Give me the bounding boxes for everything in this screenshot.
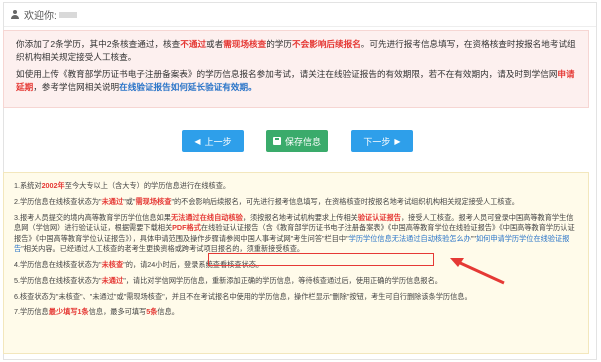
education-notice: 你添加了2条学历，其中2条核查通过，核查不通过或者需现场核查的学历不会影响后续报… <box>3 30 589 108</box>
greeting-text: 欢迎你: <box>24 11 57 22</box>
note-text: 至今大专以上（含大专）的学历信息进行在线核查。 <box>64 181 231 190</box>
note-2: 2.学历信息在线核查状态为"未通过"或"需现场核查"的不会影响后续报名，可先进行… <box>14 197 578 208</box>
note-emphasis: 5条 <box>146 307 158 317</box>
note-emphasis: 未核查 <box>101 259 124 269</box>
note-text: "，请比对学信网学历信息，重新添加正确的学历信息，等待核查通过后，使用正确的学历… <box>123 275 442 285</box>
arrow-left-icon: ◀ <box>194 136 201 146</box>
note-text: "相关内容。 <box>21 244 60 254</box>
button-row: ◀ 上一步 保存信息 下一步 ▶ <box>0 130 601 152</box>
notice-emphasis: 不通过 <box>180 39 207 49</box>
note-text: "的不会影响后续报名，可先进行报考信息填写，在资格核查时按报名地考试组织机构相关… <box>171 196 519 206</box>
notice-emphasis: 需现场核查 <box>223 39 267 49</box>
note-text: 信息，最多可填写 <box>88 307 147 317</box>
note-emphasis: 验证认证报告 <box>357 212 401 222</box>
notice-text: 或者 <box>206 39 224 49</box>
next-step-button[interactable]: 下一步 ▶ <box>351 130 413 152</box>
save-info-label: 保存信息 <box>284 136 321 147</box>
notice-text: 的学历 <box>266 39 293 49</box>
note-emphasis: 最少填写1条 <box>48 307 89 317</box>
user-icon <box>10 9 20 20</box>
arrow-right-icon: ▶ <box>394 136 401 146</box>
prev-step-label: 上一步 <box>204 136 232 147</box>
notice-paragraph-1: 你添加了2条学历，其中2条核查通过，核查不通过或者需现场核查的学历不会影响后续报… <box>16 38 576 64</box>
note-text: 7.学历信息 <box>14 307 49 317</box>
note-text: 2.学历信息在线核查状态为" <box>14 196 102 206</box>
note-emphasis: 需现场核查 <box>135 196 172 206</box>
note-text: 5.学历信息在线核查状态为" <box>14 275 102 285</box>
note-6: 6.核查状态为"未核查"、"未通过"或"需现场核查"，并且不在考试报名中使用的学… <box>14 292 578 303</box>
note-emphasis: 无法通过在线自动核验 <box>170 212 243 222</box>
annotation-arrow-icon <box>450 258 505 285</box>
note-text: 6.核查状态为"未核查"、"未通过"或"需现场核查"，并且不在考试报名中使用的学… <box>14 291 472 301</box>
extend-validity-link[interactable]: 在线验证报告如何延长验证有效期。 <box>119 82 257 92</box>
notice-text: 你添加了2条学历，其中2条核查通过，核查 <box>16 39 181 49</box>
note-7: 7.学历信息最少填写1条信息，最多可填写5条信息。 <box>14 307 578 318</box>
notice-text: ，参考学信网相关说明 <box>33 82 120 92</box>
username-redacted <box>58 11 77 18</box>
note-text: 4.学历信息在线核查状态为" <box>14 259 102 269</box>
auto-verify-faq-link[interactable]: 学历学位信息无法通过自动核验怎么办 <box>349 234 471 243</box>
next-step-label: 下一步 <box>363 136 391 147</box>
note-3: 3.报考人员提交的境内高等教育学历学位信息如果无法通过在线自动核验，须按报名地考… <box>14 213 578 255</box>
notice-emphasis: 不会影响后续报名 <box>292 39 361 49</box>
save-icon <box>272 137 281 145</box>
notice-text: 如使用上传《教育部学历证书电子注册备案表》的学历信息报名参加考试，请关注在线验证… <box>16 69 558 79</box>
note-1: 1.系统对2002年至今大专以上（含大专）的学历信息进行在线核查。 <box>14 181 578 192</box>
recheck-notice: 已经通过人工核查的老考生更换资格或跨考试项目报名的，须重新接受核查。 <box>59 244 305 254</box>
note-text: 信息。 <box>157 307 179 317</box>
note-text: ，须按报名地考试机构要求上传相关 <box>242 212 358 222</box>
save-info-button[interactable]: 保存信息 <box>266 130 328 152</box>
note-text: 3.报考人员提交的境内高等教育学历学位信息如果 <box>14 212 171 222</box>
note-text: "或" <box>123 196 136 206</box>
note-emphasis: 2002年 <box>41 181 65 190</box>
note-emphasis: 未通过 <box>101 275 124 285</box>
note-emphasis: 未通过 <box>101 196 124 206</box>
note-text: 1.系统对 <box>14 181 42 190</box>
highlight-box <box>208 253 434 266</box>
note-emphasis: PDF格式 <box>172 223 201 233</box>
notice-paragraph-2: 如使用上传《教育部学历证书电子注册备案表》的学历信息报名参加考试，请关注在线验证… <box>16 68 576 94</box>
prev-step-button[interactable]: ◀ 上一步 <box>182 130 244 152</box>
welcome-header: 欢迎你: <box>4 3 596 27</box>
